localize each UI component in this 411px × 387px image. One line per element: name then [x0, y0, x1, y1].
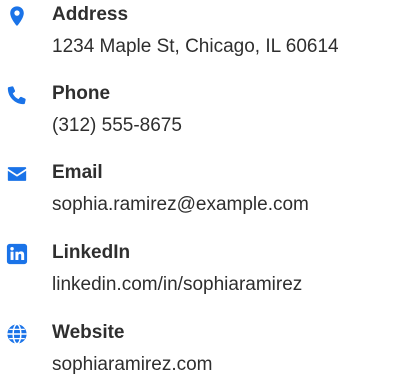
phone-label: Phone — [52, 83, 111, 104]
contact-item-linkedin: LinkedIn linkedin.com/in/sophiaramirez — [0, 240, 411, 304]
phone-icon — [6, 84, 28, 106]
contact-item-address: Address 1234 Maple St, Chicago, IL 60614 — [0, 2, 411, 66]
contact-item-email: Email sophia.ramirez@example.com — [0, 160, 411, 224]
contact-item-phone: Phone (312) 555-8675 — [0, 81, 411, 145]
address-label: Address — [52, 4, 129, 25]
linkedin-label: LinkedIn — [52, 242, 131, 263]
linkedin-value: linkedin.com/in/sophiaramirez — [52, 274, 303, 295]
envelope-icon — [6, 163, 28, 185]
globe-icon — [6, 323, 28, 345]
phone-value: (312) 555-8675 — [52, 115, 182, 136]
map-pin-icon — [6, 5, 28, 27]
address-value: 1234 Maple St, Chicago, IL 60614 — [52, 36, 339, 57]
contact-item-website: Website sophiaramirez.com — [0, 320, 411, 384]
email-value: sophia.ramirez@example.com — [52, 194, 309, 215]
website-value: sophiaramirez.com — [52, 354, 213, 375]
contact-info-list: Address 1234 Maple St, Chicago, IL 60614… — [0, 0, 411, 387]
website-label: Website — [52, 322, 125, 343]
linkedin-icon — [6, 243, 28, 265]
email-label: Email — [52, 162, 103, 183]
